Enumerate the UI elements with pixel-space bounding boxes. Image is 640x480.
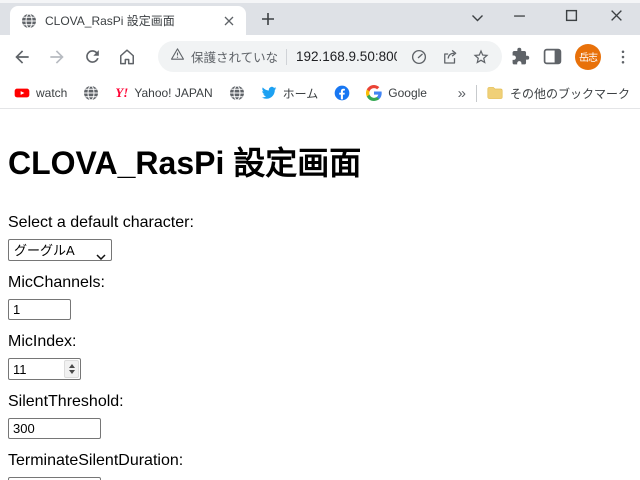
- maximize-window-button[interactable]: [560, 7, 582, 29]
- tab-title: CLOVA_RasPi 設定画面: [45, 14, 175, 28]
- youtube-icon: [14, 88, 30, 98]
- default-character-label: Select a default character:: [8, 214, 194, 231]
- field-mic-index: MicIndex:: [8, 333, 632, 380]
- minimize-window-button[interactable]: [508, 7, 530, 29]
- tab-favicon-globe-icon: [21, 13, 37, 29]
- folder-icon: [487, 87, 503, 99]
- tab-strip: CLOVA_RasPi 設定画面: [0, 0, 640, 35]
- toolbar-right-cluster: 岳志: [511, 43, 632, 70]
- silent-threshold-input[interactable]: [8, 418, 101, 439]
- spin-up-icon[interactable]: [68, 364, 75, 368]
- field-default-character: Select a default character: グーグルA: [8, 214, 632, 261]
- globe-icon: [229, 85, 244, 101]
- bookmark-item-site2[interactable]: [229, 85, 245, 101]
- yahoo-japan-icon: Y!: [115, 85, 129, 100]
- other-bookmarks-button[interactable]: その他のブックマーク: [487, 85, 630, 102]
- terminate-silent-duration-label: TerminateSilentDuration:: [8, 452, 184, 469]
- bookmark-item-yahoo-japan[interactable]: Y! Yahoo! JAPAN: [115, 85, 212, 101]
- back-arrow-icon: [15, 49, 29, 64]
- field-silent-threshold: SilentThreshold:: [8, 393, 632, 439]
- share-icon: [444, 49, 457, 64]
- mic-channels-input[interactable]: [8, 299, 71, 320]
- number-spinner[interactable]: [64, 360, 79, 378]
- mic-index-label: MicIndex:: [8, 333, 77, 350]
- page-title: CLOVA_RasPi 設定画面: [8, 145, 362, 181]
- bookmarks-divider: [475, 84, 477, 102]
- browser-window: CLOVA_RasPi 設定画面 保護されていな 192.168.9.50:80…: [0, 0, 640, 480]
- security-label: 保護されていない通信: [191, 51, 277, 65]
- mic-index-input[interactable]: [8, 358, 81, 380]
- back-button[interactable]: [10, 45, 34, 69]
- bookmarks-overflow-chevron[interactable]: »: [458, 85, 466, 102]
- browser-menu-button[interactable]: [614, 48, 632, 66]
- address-bar[interactable]: 保護されていない通信 192.168.9.50:8000: [158, 41, 502, 72]
- omnibox-divider: [286, 48, 287, 65]
- minimize-icon: [513, 9, 526, 27]
- field-mic-channels: MicChannels:: [8, 274, 632, 320]
- bookmark-item-facebook[interactable]: [334, 85, 350, 101]
- silent-threshold-label: SilentThreshold:: [8, 393, 124, 410]
- twitter-icon: [261, 86, 276, 99]
- bookmarks-bar: watch Y! Yahoo! JAPAN ホーム Google » その他のブ…: [0, 78, 640, 109]
- profile-avatar[interactable]: 岳志: [575, 43, 601, 70]
- bookmark-item-watch[interactable]: watch: [14, 85, 67, 101]
- facebook-icon: [334, 85, 350, 101]
- extensions-button[interactable]: [511, 47, 530, 66]
- reload-icon: [85, 50, 99, 63]
- reload-button[interactable]: [80, 45, 104, 69]
- warning-triangle-icon: [170, 47, 185, 66]
- close-icon: [610, 9, 623, 27]
- security-chip[interactable]: 保護されていない通信: [170, 47, 277, 66]
- star-icon: [473, 49, 489, 64]
- performance-gauge-button[interactable]: [410, 48, 428, 66]
- chevron-down-icon: [471, 9, 484, 27]
- bookmark-star-button[interactable]: [472, 48, 490, 66]
- forward-button[interactable]: [45, 45, 69, 69]
- side-panel-icon: [543, 48, 562, 65]
- url-text[interactable]: 192.168.9.50:8000: [296, 49, 397, 64]
- share-button[interactable]: [441, 48, 459, 66]
- side-panel-button[interactable]: [543, 47, 562, 66]
- spin-down-icon[interactable]: [68, 370, 75, 374]
- field-terminate-silent-duration: TerminateSilentDuration:: [8, 452, 632, 480]
- kebab-menu-icon: [621, 49, 625, 64]
- bookmark-item-site1[interactable]: [83, 85, 99, 101]
- mic-channels-label: MicChannels:: [8, 274, 105, 291]
- globe-icon: [84, 85, 99, 101]
- maximize-icon: [565, 9, 578, 27]
- home-button[interactable]: [115, 45, 139, 69]
- default-character-select[interactable]: グーグルA: [8, 239, 112, 261]
- page-content: CLOVA_RasPi 設定画面 Select a default charac…: [0, 110, 640, 480]
- google-icon: [366, 85, 382, 101]
- tab-close-icon[interactable]: [220, 12, 238, 30]
- close-window-button[interactable]: [605, 7, 627, 29]
- browser-toolbar: 保護されていない通信 192.168.9.50:8000 岳志: [0, 35, 640, 78]
- forward-arrow-icon: [50, 49, 64, 64]
- bookmark-item-twitter-home[interactable]: ホーム: [261, 85, 318, 102]
- bookmark-item-google[interactable]: Google: [366, 85, 427, 101]
- puzzle-icon: [512, 47, 530, 65]
- new-tab-button[interactable]: [258, 9, 278, 29]
- gauge-icon: [411, 49, 427, 64]
- home-icon: [120, 48, 134, 64]
- browser-tab[interactable]: CLOVA_RasPi 設定画面: [10, 6, 246, 35]
- tab-search-button[interactable]: [466, 7, 488, 29]
